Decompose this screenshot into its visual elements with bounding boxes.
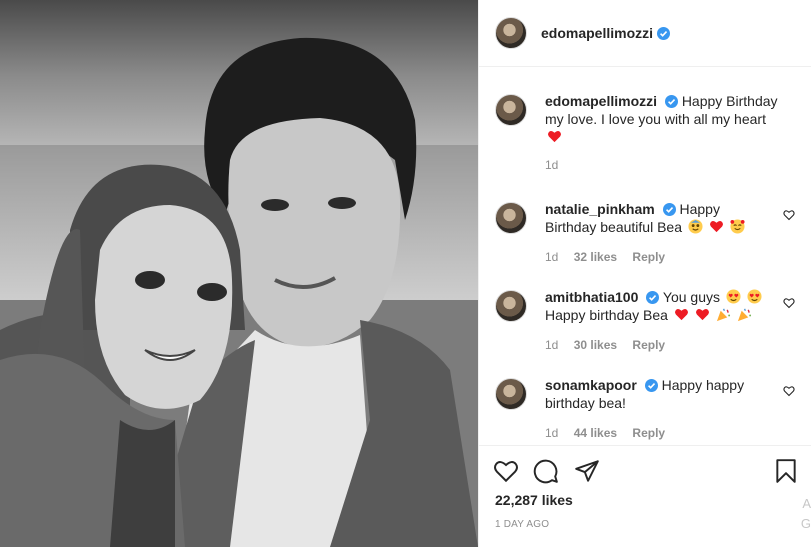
edge-text-a: A: [802, 496, 811, 511]
small-heart-icon[interactable]: [783, 297, 795, 309]
party-popper-emoji: [737, 308, 751, 322]
photo-illustration: [0, 0, 478, 547]
post-header: edomapellimozzi: [479, 0, 811, 67]
comment-time[interactable]: 1d: [545, 338, 558, 352]
avatar[interactable]: [495, 202, 527, 234]
comment-username[interactable]: amitbhatia100: [545, 289, 638, 305]
comment-item: amitbhatia100 You guys Happy birthday Be…: [495, 288, 795, 352]
comment-body: natalie_pinkham Happy Birthday beautiful…: [545, 200, 777, 264]
likes-count[interactable]: 22,287 likes: [495, 492, 573, 508]
comment-username[interactable]: natalie_pinkham: [545, 201, 655, 217]
comment-meta: 1d 30 likes Reply: [545, 338, 777, 352]
comment-likes[interactable]: 30 likes: [574, 338, 617, 352]
face-emoji: [688, 219, 703, 234]
comment-item: sonamkapoor Happy happy birthday bea! 1d…: [495, 376, 795, 440]
comment-item: natalie_pinkham Happy Birthday beautiful…: [495, 200, 795, 264]
heart-emoji: [548, 130, 561, 143]
comment-text-line1: Happy: [679, 201, 720, 217]
comment-text-line2: birthday bea!: [545, 395, 626, 411]
party-popper-emoji: [716, 308, 730, 322]
caption-meta: 1d: [545, 158, 795, 172]
avatar[interactable]: [495, 378, 527, 410]
edge-text-g: G: [800, 516, 811, 531]
small-heart-icon[interactable]: [783, 385, 795, 397]
heart-emoji: [674, 308, 688, 321]
comment-text-line1: You guys: [662, 289, 720, 305]
avatar[interactable]: [495, 17, 527, 49]
caption-time[interactable]: 1d: [545, 158, 558, 172]
comment-body: sonamkapoor Happy happy birthday bea! 1d…: [545, 376, 777, 440]
comment-text-line1: Happy happy: [661, 377, 745, 393]
reply-button[interactable]: Reply: [632, 426, 665, 440]
avatar[interactable]: [495, 94, 527, 126]
heart-eyes-emoji: [747, 289, 762, 304]
comment-meta: 1d 32 likes Reply: [545, 250, 777, 264]
small-heart-icon[interactable]: [783, 209, 795, 221]
heart-emoji: [709, 220, 723, 233]
comment-meta: 1d 44 likes Reply: [545, 426, 777, 440]
comment-text-line2: Happy birthday Bea: [545, 307, 668, 323]
comment-username[interactable]: sonamkapoor: [545, 377, 637, 393]
save-icon[interactable]: [773, 458, 799, 484]
post-time[interactable]: 1 DAY AGO: [495, 519, 549, 530]
post-side-panel: edomapellimozzi edomapellimozzi Happy Bi…: [478, 0, 811, 547]
verified-icon: [646, 291, 660, 304]
heart-emoji: [695, 308, 709, 321]
like-icon[interactable]: [493, 458, 519, 484]
caption-body: edomapellimozzi Happy Birthday my love. …: [545, 92, 795, 172]
post-actions: 22,287 likes 1 DAY AGO A G: [479, 445, 811, 547]
post-author[interactable]: edomapellimozzi: [541, 25, 653, 41]
comment-time[interactable]: 1d: [545, 250, 558, 264]
avatar[interactable]: [495, 290, 527, 322]
verified-icon: [662, 203, 676, 216]
post-photo[interactable]: [0, 0, 478, 547]
caption: edomapellimozzi Happy Birthday my love. …: [495, 92, 795, 172]
caption-username[interactable]: edomapellimozzi: [545, 93, 657, 109]
reply-button[interactable]: Reply: [632, 338, 665, 352]
comment-body: amitbhatia100 You guys Happy birthday Be…: [545, 288, 777, 352]
action-bar: [493, 458, 797, 486]
share-icon[interactable]: [574, 458, 600, 484]
comment-icon[interactable]: [533, 458, 559, 484]
verified-icon: [657, 26, 671, 40]
comments-list[interactable]: edomapellimozzi Happy Birthday my love. …: [479, 68, 811, 444]
heart-eyes-emoji: [726, 289, 741, 304]
verified-icon: [664, 95, 678, 108]
comment-time[interactable]: 1d: [545, 426, 558, 440]
comment-likes[interactable]: 32 likes: [574, 250, 617, 264]
caption-text-line2: my love. I love you with all my heart: [545, 111, 766, 127]
comment-text-line2: Birthday beautiful Bea: [545, 219, 682, 235]
comment-likes[interactable]: 44 likes: [574, 426, 617, 440]
verified-icon: [644, 379, 658, 392]
reply-button[interactable]: Reply: [632, 250, 665, 264]
smiling-hearts-emoji: [730, 219, 745, 234]
caption-text-line1: Happy Birthday: [681, 93, 778, 109]
